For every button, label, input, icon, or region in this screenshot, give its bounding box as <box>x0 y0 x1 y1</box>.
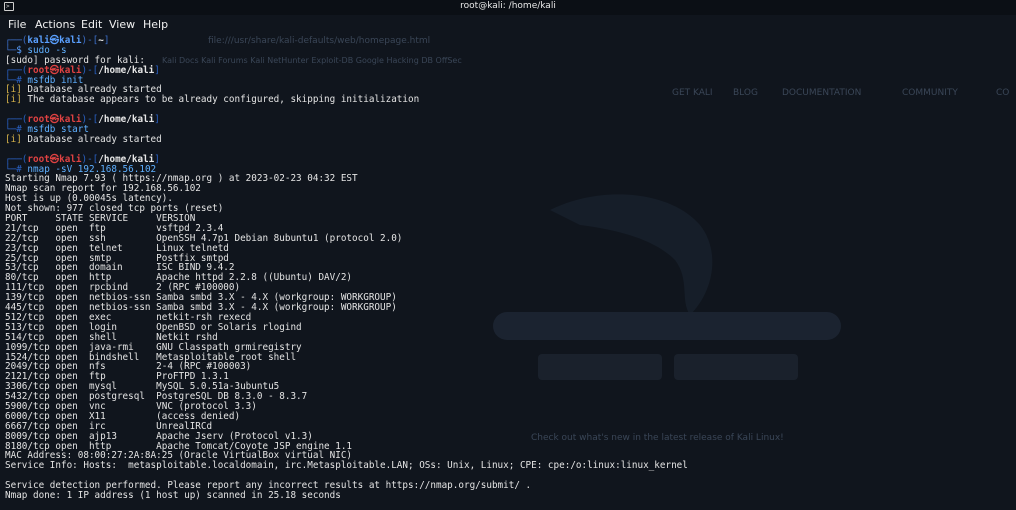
output-text: Service Info: Hosts: metasploitable.loca… <box>5 460 688 472</box>
window-title: root@kali: /home/kali <box>460 1 556 11</box>
prompt-directory: /home/kali <box>98 64 155 76</box>
prompt-header: ┌──(root㉿kali)-[/home/kali] <box>5 115 1011 125</box>
output-line: [i] The database appears to be already c… <box>5 95 1011 105</box>
terminal-output[interactable]: ┌──(kali㉿kali)-[~] └─$ sudo -s [sudo] pass… <box>5 36 1011 508</box>
prompt-command-line: └─$ sudo -s <box>5 45 1011 56</box>
output-line: [i] Database already started <box>5 133 1011 145</box>
window-titlebar: > root@kali: /home/kali <box>0 0 1016 15</box>
menu-bar: File Actions Edit View Help <box>0 15 1016 35</box>
output-line: Service Info: Hosts: metasploitable.loca… <box>5 461 1011 471</box>
output-text: The database appears to be already confi… <box>27 94 420 106</box>
output-text: Nmap done: 1 IP address (1 host up) scan… <box>5 489 341 501</box>
prompt-header: ┌──(root㉿kali)-[/home/kali] <box>5 64 1011 76</box>
output-text: Database already started <box>27 133 162 145</box>
menu-file[interactable]: File <box>8 18 26 31</box>
prompt-box: ] <box>154 64 160 76</box>
prompt-box: ] <box>154 114 160 126</box>
menu-actions[interactable]: Actions <box>35 18 75 31</box>
prompt-directory: /home/kali <box>98 114 155 126</box>
prompt-header: ┌──(kali㉿kali)-[~] <box>5 36 1011 46</box>
prompt-box: ] <box>103 35 110 46</box>
prompt-box: )-[ <box>81 64 99 76</box>
menu-edit[interactable]: Edit <box>81 18 102 31</box>
menu-view[interactable]: View <box>109 18 135 31</box>
output-line: Nmap done: 1 IP address (1 host up) scan… <box>5 491 1011 501</box>
menu-help[interactable]: Help <box>143 18 168 31</box>
prompt-box: )-[ <box>81 35 99 46</box>
